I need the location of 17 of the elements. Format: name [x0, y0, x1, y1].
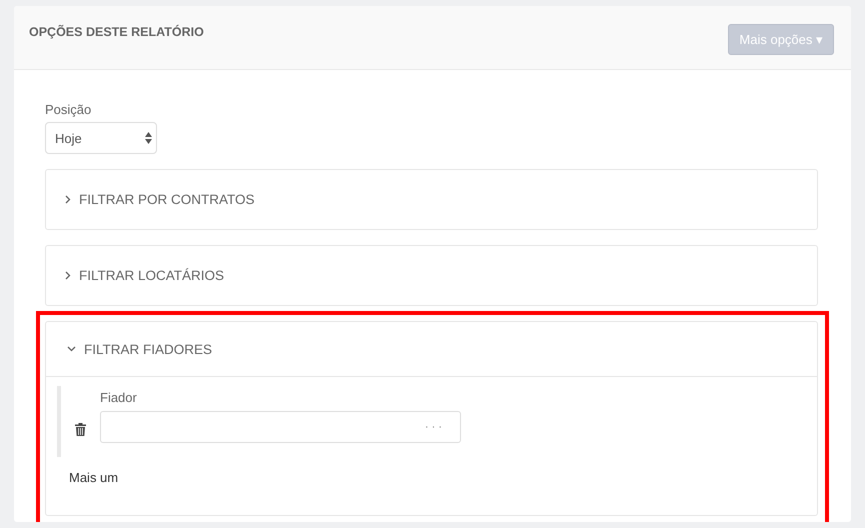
chevron-down-icon: [67, 346, 76, 352]
sort-arrows-icon: [145, 132, 152, 144]
trash-icon[interactable]: [75, 423, 86, 436]
add-more-link[interactable]: Mais um: [69, 470, 118, 485]
guarantor-field[interactable]: · · ·: [100, 411, 461, 443]
filter-title: FILTRAR LOCATÁRIOS: [79, 268, 224, 283]
chevron-right-icon: [65, 195, 71, 204]
chevron-right-icon: [65, 271, 71, 280]
position-select[interactable]: Hoje: [45, 122, 157, 154]
panel-title: OPÇÕES DESTE RELATÓRIO: [29, 25, 204, 39]
filter-header[interactable]: FILTRAR POR CONTRATOS: [46, 170, 817, 229]
field-label: Posição: [45, 102, 92, 117]
field-label: Fiador: [100, 390, 138, 405]
filter-title: FILTRAR FIADORES: [84, 342, 212, 356]
filter-title: FILTRAR POR CONTRATOS: [79, 192, 255, 207]
filter-header[interactable]: FILTRAR FIADORES: [46, 322, 817, 377]
filter-header[interactable]: FILTRAR LOCATÁRIOS: [46, 246, 817, 305]
